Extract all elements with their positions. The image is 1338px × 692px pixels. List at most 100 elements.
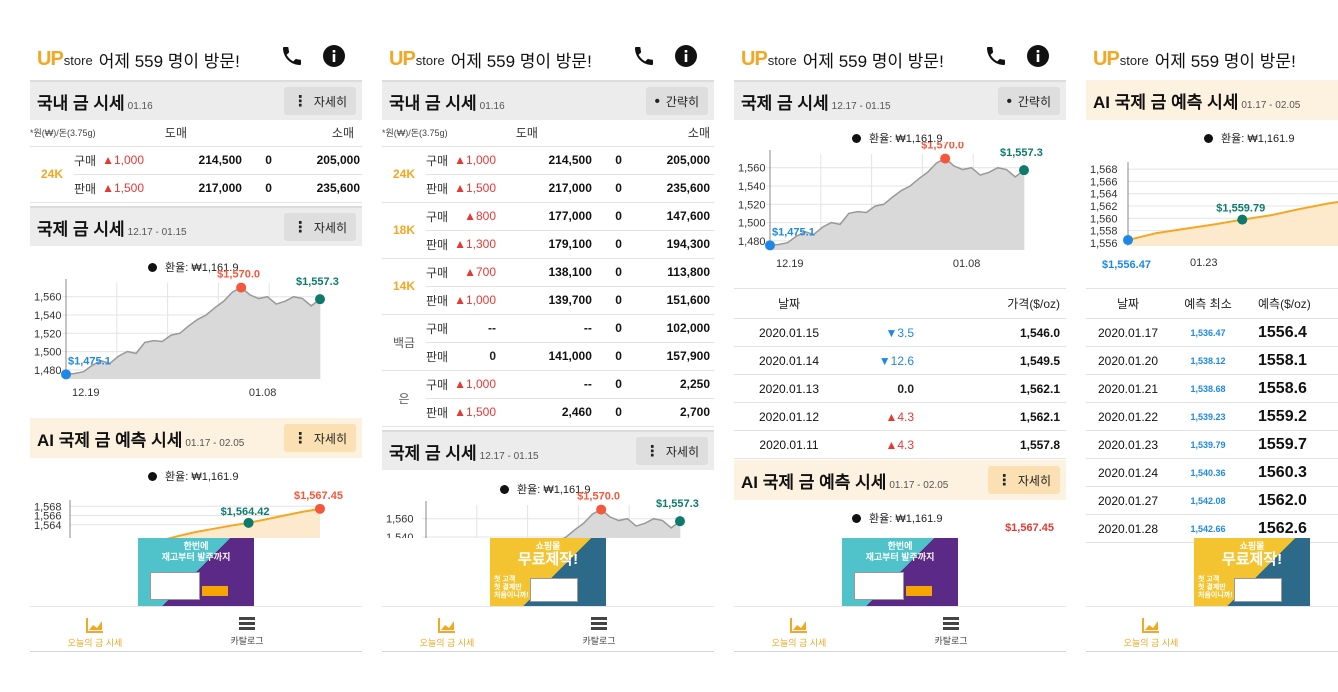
max-point <box>315 503 325 514</box>
domestic-section: 국내 금 시세 01.16 • 간략히 *원(₩)/돈(3.75g) 도매 소매 24K… <box>382 80 714 427</box>
ai-section: AI 국제 금 예측 시세 01.17 - 02.05 ⋮ 자세히 <box>30 418 362 458</box>
ai-max-label: $1,567.45 <box>1005 522 1054 534</box>
ad-banner[interactable]: 한번에 재고부터 발주까지 <box>138 538 254 606</box>
nav-today[interactable]: 오늘의 금 시세 <box>35 617 155 649</box>
mid-label: $1,564.42 <box>221 506 270 518</box>
max-label: $1,570.0 <box>921 142 964 152</box>
logo: UPstore <box>389 47 445 70</box>
table-row: 은 구매 ▲1,000 -- 0 2,250 <box>382 370 714 427</box>
bottom-nav: 오늘의 금 시세 카탈로그 <box>734 606 1066 652</box>
section-title: AI 국제 금 예측 시세 01.17 - 02.05 <box>37 430 245 450</box>
y-tick-label: 1,558 <box>1090 226 1118 238</box>
chart-icon <box>86 618 103 633</box>
domestic-section: 국내 금 시세 01.16 ⋮ 자세히 *원(₩)/돈(3.75g) 도매 소매 24K… <box>30 80 362 203</box>
list-icon <box>239 617 255 630</box>
last-label: $1,557.3 <box>656 498 699 510</box>
detail-button[interactable]: ⋮ 자세히 <box>283 87 356 115</box>
nav-catalog[interactable]: 카탈로그 <box>891 617 1011 647</box>
y-tick-label: 1,480 <box>34 365 62 377</box>
unit-label: *원(₩)/돈(3.75g) <box>382 120 454 147</box>
intl-price-chart: 1,480 1,500 1,520 1,540 1,560 $1,475.1 $1,570.… <box>34 270 339 399</box>
table-row: 판매 ▲1,500 217,000 0 235,600 <box>382 174 714 203</box>
y-tick-label: 1,560 <box>34 292 62 304</box>
nav-today[interactable]: 오늘의 금 시세 <box>1091 617 1211 649</box>
table-row: 2020.01.14 ▼12.6 1,549.5 <box>734 346 1066 375</box>
app-bar: UPstore 어제 559 명이 방문! <box>734 40 1066 78</box>
section-title: 국제 금 시세 12.17 - 01.15 <box>37 219 187 239</box>
table-row: 백금 구매 -- -- 0 102,000 <box>382 314 714 371</box>
international-section: 국제 금 시세 12.17 - 01.15 • 간략히 <box>734 80 1066 120</box>
logo: UPstore <box>37 47 93 70</box>
international-header: 국제 금 시세 12.17 - 01.15 ⋮ 자세히 <box>30 206 362 246</box>
max-point <box>940 153 951 164</box>
y-tick-label: 1,568 <box>34 501 62 513</box>
table-row: 2020.01.13 0.0 1,562.1 <box>734 374 1066 403</box>
price-table: *원(₩)/돈(3.75g) 도매 소매 24K 구매 ▲1,000 214,500 0 20… <box>382 120 714 427</box>
section-title: 국내 금 시세 01.16 <box>389 93 505 113</box>
brief-button[interactable]: • 간략히 <box>997 87 1060 115</box>
x-tick-label: 12.19 <box>776 258 804 270</box>
y-tick-label: 1,560 <box>386 514 414 526</box>
table-row: 2020.01.17 1,536.47 1556.4 <box>1086 318 1338 347</box>
international-header: 국제 금 시세 12.17 - 01.15 ⋮ 자세히 <box>382 430 714 470</box>
table-row: 14K 구매 ▲700 138,100 0 113,800 <box>382 258 714 315</box>
visitor-count: 어제 559 명이 방문! <box>802 51 944 71</box>
y-tick-label: 1,500 <box>34 347 62 359</box>
exchange-rate: 환율: ₩1,161.9 <box>852 510 942 526</box>
section-title: 국제 금 시세 12.17 - 01.15 <box>389 443 539 463</box>
ai-forecast-table: 날짜 예측 최소 예측($/oz) 2020.01.17 1,536.47 1556.4… <box>1086 288 1338 543</box>
ad-banner[interactable]: 한번에 재고부터 발주까지 <box>842 538 958 606</box>
table-row: 2020.01.27 1,542.08 1562.0 <box>1086 486 1338 515</box>
mid-label: $1,559.79 <box>1216 203 1265 215</box>
app-bar: UPstore 어제 559 명이 방문! <box>1086 40 1338 78</box>
detail-button[interactable]: ⋮ 자세히 <box>987 466 1060 494</box>
ad-banner[interactable]: 쇼핑몰 무료제작! 첫 고객 첫 결제만 처음이니까! <box>490 538 606 606</box>
y-tick-label: 1,560 <box>1090 213 1118 225</box>
info-icon[interactable] <box>322 44 346 68</box>
info-icon[interactable] <box>1026 44 1050 68</box>
intl-price-chart: 1,480 1,500 1,520 1,540 1,560 $1,475.1 $1,570.… <box>738 142 1043 270</box>
y-tick-label: 1,556 <box>1090 238 1118 250</box>
min-point <box>765 240 775 251</box>
nav-catalog[interactable]: 카탈로그 <box>539 617 659 647</box>
phone-icon[interactable] <box>984 44 1008 68</box>
detail-button[interactable]: ⋮ 자세히 <box>283 424 356 452</box>
phone-icon[interactable] <box>280 44 304 68</box>
y-tick-label: 1,540 <box>34 310 62 322</box>
nav-catalog[interactable]: 카탈로그 <box>187 617 307 647</box>
info-icon[interactable] <box>674 44 698 68</box>
x-tick-label: 12.19 <box>72 387 100 399</box>
section-title: 국내 금 시세 01.16 <box>37 93 153 113</box>
table-row: 판매 ▲1,000 139,700 0 151,600 <box>382 286 714 315</box>
min-point <box>1123 235 1133 246</box>
bottom-nav: 오늘의 금 시세 카탈로그 <box>30 606 362 652</box>
min-point <box>61 369 71 380</box>
y-tick-label: 1,520 <box>738 199 766 211</box>
nav-today[interactable]: 오늘의 금 시세 <box>739 617 859 649</box>
table-row: 2020.01.22 1,539.23 1559.2 <box>1086 402 1338 431</box>
table-row: 2020.01.15 ▼3.5 1,546.0 <box>734 318 1066 347</box>
ad-banner[interactable]: 쇼핑몰 무료제작! 첫 고객 첫 결제만 처음이니까! <box>1194 538 1310 606</box>
list-icon <box>591 617 607 630</box>
section-title: 국제 금 시세 12.17 - 01.15 <box>741 93 891 113</box>
table-row: 2020.01.23 1,539.79 1559.7 <box>1086 430 1338 459</box>
international-header: 국제 금 시세 12.17 - 01.15 • 간략히 <box>734 80 1066 120</box>
last-label: $1,557.3 <box>1000 147 1043 159</box>
detail-button[interactable]: ⋮ 자세히 <box>635 437 708 465</box>
col-wholesale: 도매 <box>454 120 600 147</box>
ai-section: AI 국제 금 예측 시세 01.17 - 02.05 <box>1086 80 1338 120</box>
table-row: 24K 구매 ▲1,000 214,500 0 205,000 <box>382 146 714 203</box>
detail-button[interactable]: ⋮ 자세히 <box>283 213 356 241</box>
nav-today[interactable]: 오늘의 금 시세 <box>387 617 507 649</box>
y-tick-label: 1,520 <box>34 328 62 340</box>
area-fill <box>170 508 320 538</box>
visitor-count: 어제 559 명이 방문! <box>450 51 592 71</box>
table-row: 판매 0 141,000 0 157,900 <box>382 342 714 371</box>
ai-section: AI 국제 금 예측 시세 01.17 - 02.05 ⋮ 자세히 <box>734 460 1066 500</box>
phone-icon[interactable] <box>632 44 656 68</box>
section-title: AI 국제 금 예측 시세 01.17 - 02.05 <box>1093 92 1301 112</box>
ai-forecast-chart: 1,5561,5581,5601,5621,5641,5661,568 $1,55… <box>1090 162 1338 271</box>
domestic-header: 국내 금 시세 01.16 • 간략히 <box>382 80 714 120</box>
y-tick-label: 1,568 <box>1090 164 1118 176</box>
brief-button[interactable]: • 간략히 <box>645 87 708 115</box>
